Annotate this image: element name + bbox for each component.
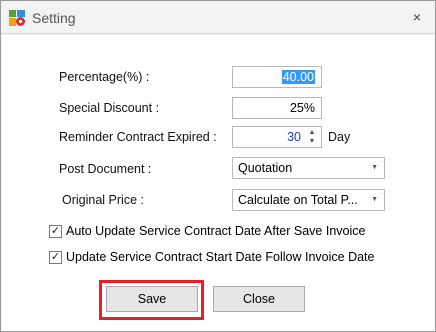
dialog-body: Percentage(%) : 40.00 Special Discount :… — [2, 35, 434, 331]
settings-app-icon — [9, 10, 25, 26]
post-document-label: Post Document : — [59, 162, 152, 176]
update-start-label: Update Service Contract Start Date Follo… — [66, 250, 375, 264]
title-bar: Setting × — [1, 1, 435, 34]
auto-update-option[interactable]: ✓ Auto Update Service Contract Date Afte… — [49, 223, 389, 240]
special-discount-label: Special Discount : — [59, 101, 160, 115]
percentage-value: 40.00 — [281, 70, 315, 84]
chevron-down-icon: ▼ — [371, 164, 378, 171]
save-button[interactable]: Save — [106, 286, 198, 312]
original-price-value: Calculate on Total P... — [238, 193, 358, 207]
special-discount-input[interactable]: 25% — [232, 97, 322, 119]
percentage-input[interactable]: 40.00 — [232, 66, 322, 88]
post-document-value: Quotation — [238, 161, 293, 175]
reminder-unit: Day — [328, 130, 351, 144]
spin-down-icon[interactable]: ▼ — [306, 137, 318, 146]
auto-update-label: Auto Update Service Contract Date After … — [66, 224, 366, 238]
close-icon[interactable]: × — [409, 9, 425, 25]
original-price-select[interactable]: Calculate on Total P... ▼ — [232, 189, 385, 211]
post-document-select[interactable]: Quotation ▼ — [232, 157, 385, 179]
reminder-label: Reminder Contract Expired : — [59, 130, 217, 144]
chevron-down-icon: ▼ — [371, 196, 378, 203]
original-price-label: Original Price : — [62, 193, 144, 207]
reminder-value: 30 — [287, 130, 301, 144]
spin-up-icon[interactable]: ▲ — [306, 128, 318, 137]
window-title: Setting — [32, 10, 76, 26]
reminder-spinner[interactable]: 30 ▲ ▼ — [232, 126, 322, 148]
close-button[interactable]: Close — [213, 286, 305, 312]
auto-update-checkbox[interactable]: ✓ — [49, 225, 62, 238]
update-start-checkbox[interactable]: ✓ — [49, 251, 62, 264]
percentage-label: Percentage(%) : — [59, 70, 150, 84]
settings-dialog: Setting × Percentage(%) : 40.00 Special … — [0, 0, 436, 332]
update-start-option[interactable]: ✓ Update Service Contract Start Date Fol… — [49, 249, 389, 266]
